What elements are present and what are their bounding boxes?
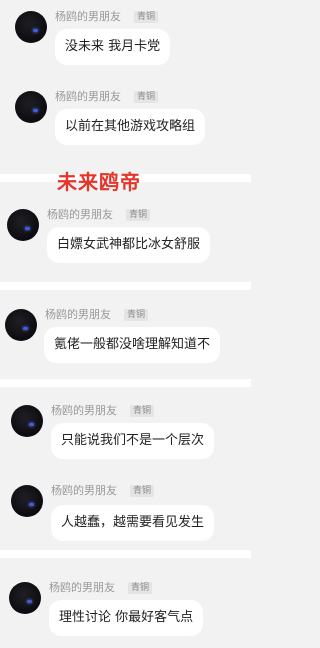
level-badge: 青铜 xyxy=(130,405,155,417)
username[interactable]: 杨鸥的男朋友 xyxy=(45,308,111,322)
message-bubble[interactable]: 白嫖女武神都比冰女舒服 xyxy=(47,227,211,263)
username[interactable]: 杨鸥的男朋友 xyxy=(49,581,115,595)
level-badge: 青铜 xyxy=(130,485,155,497)
level-badge: 青铜 xyxy=(134,11,159,23)
avatar-eye-icon xyxy=(29,423,34,426)
avatar-eye-icon xyxy=(33,29,38,32)
level-badge: 青铜 xyxy=(124,309,149,321)
separator xyxy=(0,379,251,387)
username[interactable]: 杨鸥的男朋友 xyxy=(55,10,121,24)
username[interactable]: 杨鸥的男朋友 xyxy=(47,208,113,222)
message-bubble[interactable]: 只能说我们不是一个层次 xyxy=(51,423,215,459)
avatar-eye-icon xyxy=(25,227,30,230)
username[interactable]: 杨鸥的男朋友 xyxy=(51,484,117,498)
avatar[interactable] xyxy=(9,582,41,614)
avatar[interactable] xyxy=(15,11,47,43)
message-bubble[interactable]: 以前在其他游戏攻略组 xyxy=(55,109,206,145)
username[interactable]: 杨鸥的男朋友 xyxy=(51,404,117,418)
avatar[interactable] xyxy=(11,485,43,517)
level-badge: 青铜 xyxy=(126,209,151,221)
level-badge: 青铜 xyxy=(134,91,159,103)
avatar-eye-icon xyxy=(33,109,38,112)
message-bubble[interactable]: 没未来 我月卡党 xyxy=(55,29,171,65)
level-badge: 青铜 xyxy=(128,582,153,594)
username[interactable]: 杨鸥的男朋友 xyxy=(55,90,121,104)
avatar-eye-icon xyxy=(27,600,32,603)
avatar[interactable] xyxy=(15,91,47,123)
separator xyxy=(0,282,251,290)
message-bubble[interactable]: 理性讨论 你最好客气点 xyxy=(49,600,204,636)
avatar[interactable] xyxy=(7,209,39,241)
overlay-title: 未来鸥帝 xyxy=(57,170,141,194)
message-bubble[interactable]: 人越蠢，越需要看见发生 xyxy=(51,505,215,541)
avatar-eye-icon xyxy=(29,503,34,506)
avatar[interactable] xyxy=(5,309,37,341)
avatar[interactable] xyxy=(11,405,43,437)
message-bubble[interactable]: 氪佬一般都没啥理解知道不 xyxy=(44,327,221,363)
separator xyxy=(0,550,251,558)
avatar-eye-icon xyxy=(23,327,28,330)
